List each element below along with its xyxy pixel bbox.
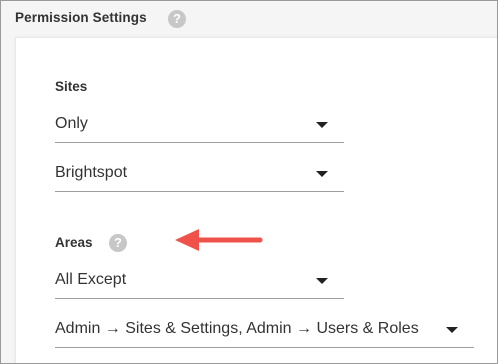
sites-value: Brightspot xyxy=(55,164,128,181)
sites-mode-select[interactable]: Only xyxy=(55,109,344,143)
arrow-left-icon xyxy=(175,229,263,251)
sites-select[interactable]: Brightspot xyxy=(55,158,344,192)
areas-select[interactable]: Admin → Sites & Settings, Admin → Users … xyxy=(55,314,474,348)
section-title: Permission Settings xyxy=(15,10,147,25)
areas-value: Admin → Sites & Settings, Admin → Users … xyxy=(55,320,419,337)
sites-label: Sites xyxy=(55,79,88,94)
question-mark-icon[interactable]: ? xyxy=(168,10,186,28)
caret-down-icon xyxy=(316,171,328,177)
caret-down-icon xyxy=(446,327,458,333)
caret-down-icon xyxy=(316,278,328,284)
question-mark-icon[interactable]: ? xyxy=(109,234,127,252)
areas-label: Areas xyxy=(55,235,93,250)
areas-mode-select[interactable]: All Except xyxy=(55,265,344,299)
sites-mode-value: Only xyxy=(55,115,88,132)
permission-settings-window: Permission Settings ? Sites Only Brights… xyxy=(0,0,498,364)
caret-down-icon xyxy=(316,122,328,128)
areas-mode-value: All Except xyxy=(55,271,127,288)
